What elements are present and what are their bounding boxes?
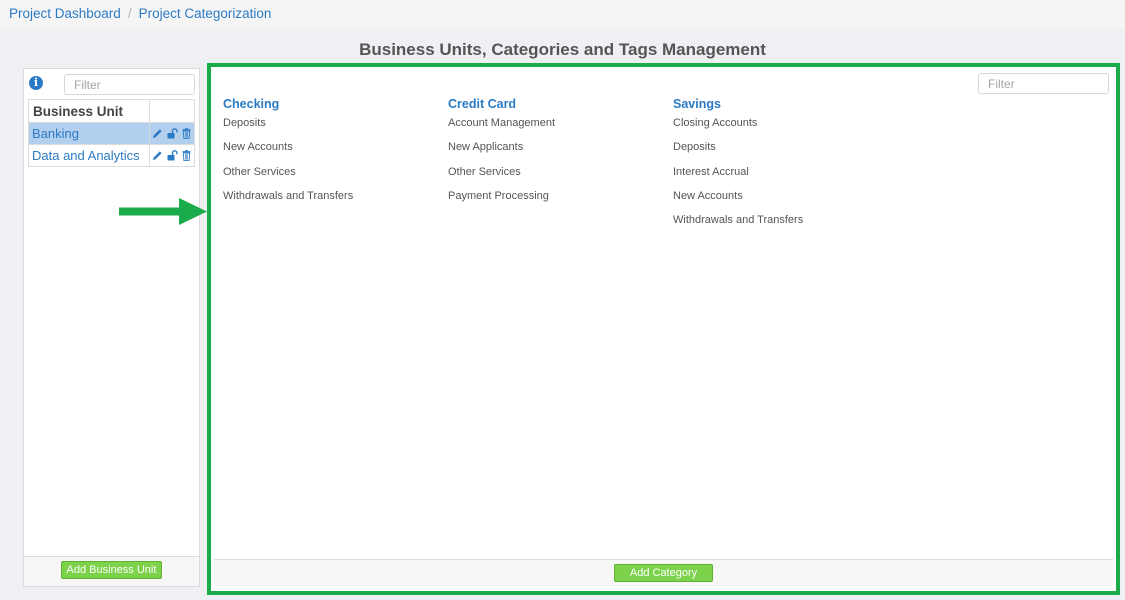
tag-item[interactable]: Payment Processing — [448, 189, 668, 213]
business-unit-name[interactable]: Data and Analytics — [28, 144, 150, 167]
tag-item[interactable]: Deposits — [673, 140, 893, 164]
category-title[interactable]: Savings — [673, 97, 893, 111]
pencil-icon[interactable] — [152, 127, 163, 142]
category-panel-footer: Add Category — [214, 559, 1113, 586]
trash-icon[interactable] — [182, 127, 191, 142]
tag-item[interactable]: New Applicants — [448, 140, 668, 164]
row-actions — [149, 122, 195, 145]
category-panel: Checking Deposits New Accounts Other Ser… — [207, 63, 1120, 595]
table-header-row: Business Unit — [28, 99, 195, 123]
business-unit-column-header: Business Unit — [28, 99, 150, 123]
annotation-arrow-icon — [119, 198, 207, 225]
page-title: Business Units, Categories and Tags Mana… — [359, 40, 766, 59]
trash-icon[interactable] — [182, 149, 191, 164]
category-column-savings: Savings Closing Accounts Deposits Intere… — [673, 97, 893, 237]
tag-item[interactable]: New Accounts — [673, 189, 893, 213]
tag-item[interactable]: Account Management — [448, 116, 668, 140]
business-unit-rows: Banking Data and Analytics — [28, 122, 195, 167]
tag-item[interactable]: Other Services — [448, 165, 668, 189]
tag-item[interactable]: Deposits — [223, 116, 443, 140]
category-column-checking: Checking Deposits New Accounts Other Ser… — [223, 97, 443, 213]
breadcrumb: Project Dashboard / Project Categorization — [0, 0, 1125, 29]
business-unit-table: Business Unit Banking Data and Analytics — [28, 99, 195, 167]
actions-column-header — [149, 99, 195, 123]
category-filter-input[interactable] — [978, 73, 1109, 94]
tag-item[interactable]: Withdrawals and Transfers — [673, 213, 893, 237]
category-title[interactable]: Checking — [223, 97, 443, 111]
table-row[interactable]: Data and Analytics — [28, 144, 195, 167]
unlock-icon[interactable] — [167, 149, 179, 164]
category-title[interactable]: Credit Card — [448, 97, 668, 111]
breadcrumb-project-dashboard[interactable]: Project Dashboard — [9, 6, 121, 21]
breadcrumb-separator: / — [127, 6, 132, 21]
tag-item[interactable]: New Accounts — [223, 140, 443, 164]
pencil-icon[interactable] — [152, 149, 163, 164]
business-unit-panel: i Business Unit Banking — [23, 68, 200, 587]
business-unit-panel-footer: Add Business Unit — [24, 556, 199, 586]
tag-item[interactable]: Other Services — [223, 165, 443, 189]
unlock-icon[interactable] — [167, 127, 179, 142]
category-column-credit-card: Credit Card Account Management New Appli… — [448, 97, 668, 213]
info-icon[interactable]: i — [29, 76, 43, 90]
tag-item[interactable]: Interest Accrual — [673, 165, 893, 189]
table-row[interactable]: Banking — [28, 122, 195, 145]
business-unit-name[interactable]: Banking — [28, 122, 150, 145]
tag-item[interactable]: Withdrawals and Transfers — [223, 189, 443, 213]
add-business-unit-button[interactable]: Add Business Unit — [60, 561, 163, 579]
tag-item[interactable]: Closing Accounts — [673, 116, 893, 140]
row-actions — [149, 144, 195, 167]
add-category-button[interactable]: Add Category — [613, 564, 714, 582]
business-unit-filter-input[interactable] — [64, 74, 195, 95]
breadcrumb-project-categorization[interactable]: Project Categorization — [139, 6, 272, 21]
